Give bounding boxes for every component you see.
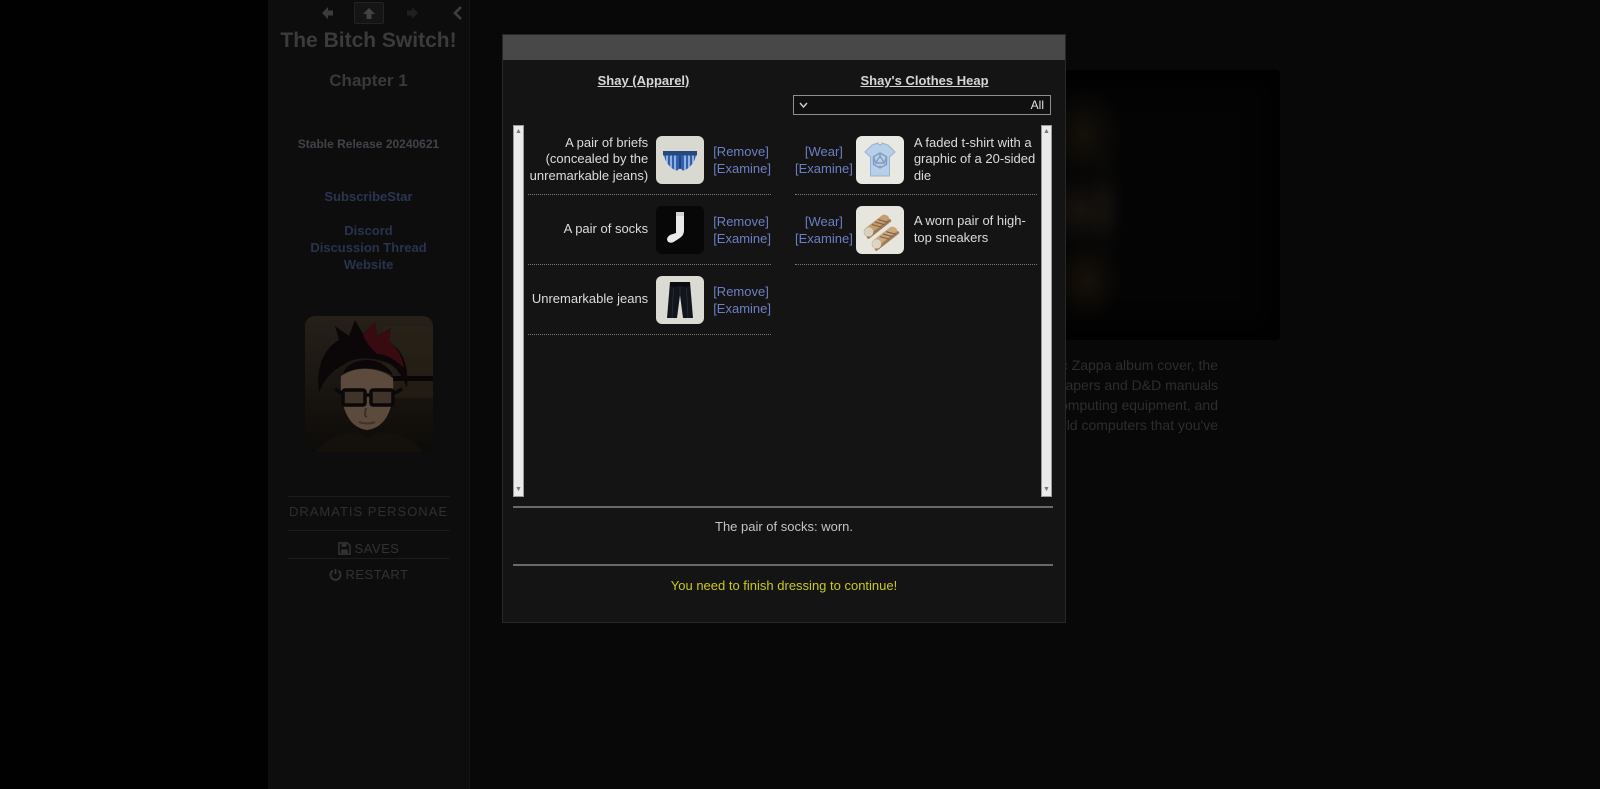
jeans-icon [656, 276, 704, 324]
story-sidebar: The Bitch Switch! Chapter 1 Stable Relea… [268, 0, 470, 789]
power-icon [329, 568, 342, 581]
examine-link[interactable]: [Examine] [713, 230, 771, 247]
examine-link[interactable]: [Examine] [713, 300, 771, 317]
discord-link[interactable]: Discord [268, 223, 469, 238]
character-portrait [305, 316, 433, 452]
menu-divider [288, 496, 450, 497]
game-page: The Bitch Switch! Chapter 1 Stable Relea… [0, 0, 1600, 789]
sidebar-collapse-icon[interactable] [449, 2, 467, 24]
left-pane-scrollbar[interactable]: ▲ ▼ [513, 125, 524, 497]
item-actions: [Remove] [Examine] [707, 283, 771, 317]
right-pane-scrollbar[interactable]: ▲ ▼ [1041, 125, 1052, 497]
worn-item-row: A pair of socks [Remove] [Examine] [528, 195, 771, 265]
worn-item-row: Unremarkable jeans [Remove] [Examine] [528, 265, 771, 335]
website-link[interactable]: Website [268, 257, 469, 272]
floppy-disk-icon [338, 542, 351, 555]
sidebar-item-restart[interactable]: RESTART [268, 561, 469, 587]
item-label: A worn pair of high-top sneakers [907, 213, 1037, 246]
dialog-divider [513, 564, 1053, 566]
heap-item-row: [Wear] [Examine] [795, 195, 1037, 265]
history-nav [268, 2, 469, 26]
menu-divider [288, 530, 450, 531]
item-label: A faded t-shirt with a graphic of a 20-s… [907, 135, 1037, 185]
sneakers-icon [856, 206, 904, 254]
warning-message: You need to finish dressing to continue! [503, 578, 1065, 593]
back-arrow-icon[interactable] [312, 2, 342, 24]
item-actions: [Remove] [Examine] [707, 143, 771, 177]
heap-item-row: [Wear] [Examine] A faded t-shirt wit [795, 125, 1037, 195]
remove-link[interactable]: [Remove] [713, 213, 771, 230]
story-title: The Bitch Switch! [268, 29, 469, 53]
worn-items-pane: ▲ ▼ A pair of briefs (concealed by the u… [513, 125, 771, 497]
chapter-title: Chapter 1 [268, 71, 469, 91]
scroll-down-arrow-icon[interactable]: ▼ [514, 485, 523, 495]
remove-link[interactable]: [Remove] [713, 143, 771, 160]
scroll-down-arrow-icon[interactable]: ▼ [1042, 485, 1051, 495]
scroll-up-arrow-icon[interactable]: ▲ [1042, 127, 1051, 137]
restart-label: RESTART [346, 567, 409, 582]
dialog-divider [513, 506, 1053, 508]
sock-icon [656, 206, 704, 254]
worn-item-row: A pair of briefs (concealed by the unrem… [528, 125, 771, 195]
examine-link[interactable]: [Examine] [795, 160, 853, 177]
heap-filter-select[interactable]: All [793, 95, 1051, 115]
discussion-thread-link[interactable]: Discussion Thread [268, 240, 469, 255]
sidebar-item-dramatis-personae[interactable]: DRAMATIS PERSONAE [268, 498, 469, 524]
worn-column-header: Shay (Apparel) [503, 73, 784, 88]
release-version: Stable Release 20240621 [268, 137, 469, 151]
jump-up-arrow-icon[interactable] [354, 2, 384, 24]
saves-label: SAVES [355, 541, 400, 556]
wear-link[interactable]: [Wear] [795, 143, 853, 160]
wear-link[interactable]: [Wear] [795, 213, 853, 230]
item-actions: [Wear] [Examine] [795, 143, 853, 177]
forward-arrow-icon[interactable] [398, 2, 428, 24]
tshirt-icon [856, 136, 904, 184]
item-actions: [Remove] [Examine] [707, 213, 771, 247]
heap-items-pane: ▲ ▼ [Wear] [Examine] [795, 125, 1052, 497]
status-message: The pair of socks: worn. [503, 519, 1065, 534]
examine-link[interactable]: [Examine] [713, 160, 771, 177]
remove-link[interactable]: [Remove] [713, 283, 771, 300]
chevron-down-icon [799, 102, 808, 108]
menu-divider [288, 558, 450, 559]
item-label: A pair of socks [528, 221, 653, 238]
filter-selected-value: All [1031, 98, 1044, 112]
heap-column-header: Shay's Clothes Heap [784, 73, 1065, 88]
item-label: A pair of briefs (concealed by the unrem… [528, 135, 653, 185]
dialog-titlebar[interactable] [503, 35, 1065, 60]
subscribestar-link[interactable]: SubscribeStar [268, 189, 469, 204]
scroll-up-arrow-icon[interactable]: ▲ [514, 127, 523, 137]
item-actions: [Wear] [Examine] [795, 213, 853, 247]
item-label: Unremarkable jeans [528, 291, 653, 308]
examine-link[interactable]: [Examine] [795, 230, 853, 247]
left-gutter [0, 0, 268, 789]
apparel-dialog: Shay (Apparel) Shay's Clothes Heap All ▲… [503, 35, 1065, 622]
briefs-icon [656, 136, 704, 184]
